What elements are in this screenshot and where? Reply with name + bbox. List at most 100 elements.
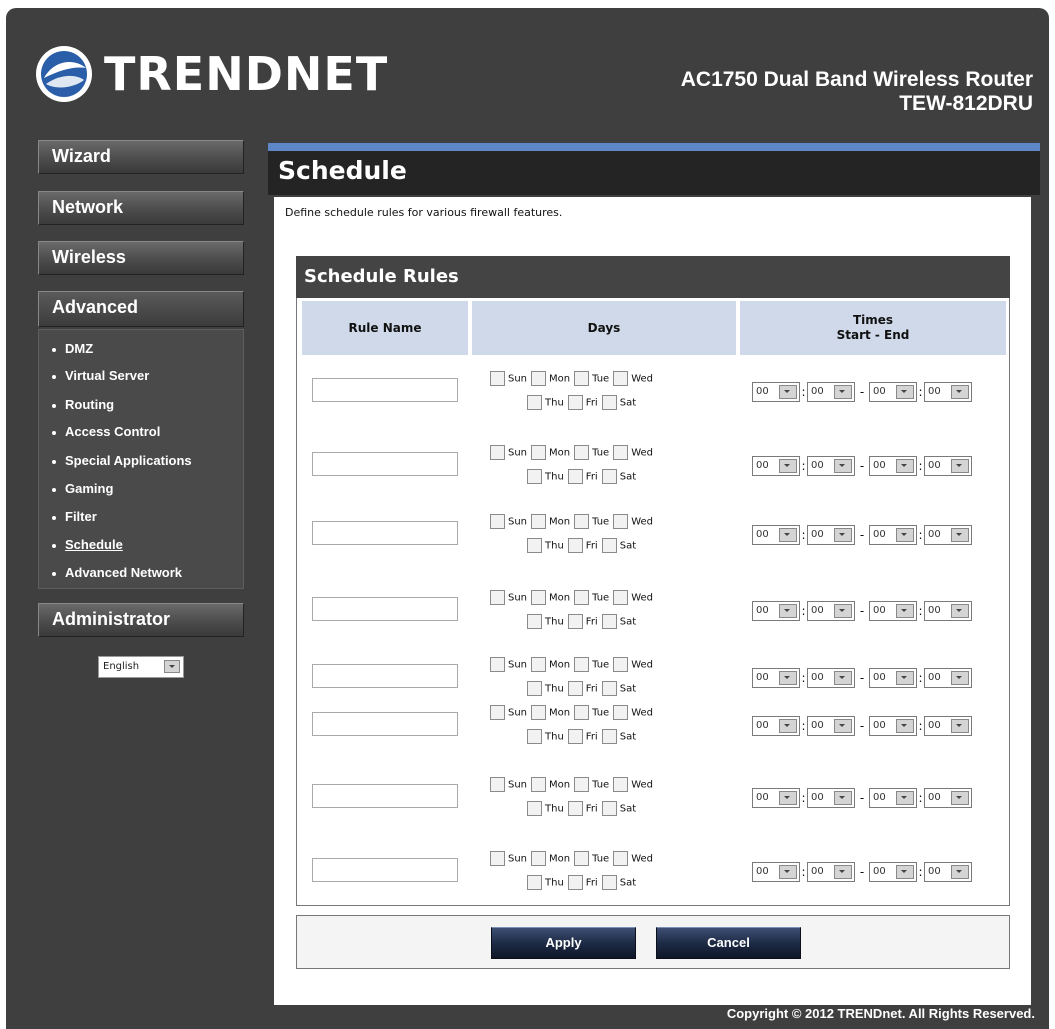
time-select[interactable]: 00 (869, 861, 917, 882)
day-checkbox[interactable]: Mon (531, 705, 570, 720)
checkbox-box[interactable] (527, 469, 542, 484)
checkbox-box[interactable] (601, 875, 617, 890)
checkbox-box[interactable] (531, 590, 547, 605)
checkbox-box[interactable] (531, 371, 547, 386)
rule-name-input[interactable] (312, 521, 458, 545)
day-checkbox[interactable]: Tue (574, 657, 609, 672)
time-select[interactable]: 00 (807, 524, 855, 545)
checkbox-box[interactable] (527, 681, 542, 696)
checkbox-box[interactable] (613, 514, 629, 529)
rule-name-input[interactable] (312, 452, 458, 476)
checkbox-box[interactable] (490, 590, 505, 605)
sidebar-item-routing[interactable]: Routing (52, 397, 114, 417)
day-checkbox[interactable]: Wed (613, 777, 653, 792)
checkbox-box[interactable] (531, 705, 547, 720)
language-select[interactable]: English (98, 656, 184, 678)
checkbox-box[interactable] (527, 801, 542, 816)
checkbox-box[interactable] (490, 657, 505, 672)
checkbox-box[interactable] (527, 875, 542, 890)
day-checkbox[interactable]: Fri (567, 801, 598, 816)
day-checkbox[interactable]: Sat (601, 538, 636, 553)
time-select[interactable]: 00 (924, 455, 972, 476)
time-select[interactable]: 00 (807, 787, 855, 808)
time-select[interactable]: 00 (869, 667, 917, 688)
day-checkbox[interactable]: Thu (527, 538, 564, 553)
day-checkbox[interactable]: Thu (527, 395, 564, 410)
day-checkbox[interactable]: Fri (567, 729, 598, 744)
checkbox-box[interactable] (601, 801, 617, 816)
sidebar-item-gaming[interactable]: Gaming (52, 481, 113, 501)
day-checkbox[interactable]: Wed (613, 657, 653, 672)
time-select[interactable]: 00 (924, 715, 972, 736)
time-select[interactable]: 00 (752, 600, 800, 621)
checkbox-box[interactable] (613, 371, 629, 386)
rule-name-input[interactable] (312, 597, 458, 621)
day-checkbox[interactable]: Fri (567, 875, 598, 890)
day-checkbox[interactable]: Sat (601, 801, 636, 816)
day-checkbox[interactable]: Mon (531, 371, 570, 386)
time-select[interactable]: 00 (924, 861, 972, 882)
checkbox-box[interactable] (601, 469, 617, 484)
time-select[interactable]: 00 (869, 524, 917, 545)
day-checkbox[interactable]: Mon (531, 445, 570, 460)
day-checkbox[interactable]: Sun (490, 514, 527, 529)
day-checkbox[interactable]: Wed (613, 445, 653, 460)
day-checkbox[interactable]: Fri (567, 681, 598, 696)
time-select[interactable]: 00 (924, 667, 972, 688)
day-checkbox[interactable]: Mon (531, 514, 570, 529)
day-checkbox[interactable]: Sat (601, 469, 636, 484)
checkbox-box[interactable] (527, 614, 542, 629)
rule-name-input[interactable] (312, 378, 458, 402)
rule-name-input[interactable] (312, 858, 458, 882)
time-select[interactable]: 00 (807, 715, 855, 736)
checkbox-box[interactable] (490, 371, 505, 386)
time-select[interactable]: 00 (752, 861, 800, 882)
checkbox-box[interactable] (490, 445, 505, 460)
day-checkbox[interactable]: Mon (531, 590, 570, 605)
checkbox-box[interactable] (601, 614, 617, 629)
sidebar-item-filter[interactable]: Filter (52, 509, 97, 529)
checkbox-box[interactable] (490, 777, 505, 792)
day-checkbox[interactable]: Sun (490, 705, 527, 720)
time-select[interactable]: 00 (807, 667, 855, 688)
day-checkbox[interactable]: Sun (490, 445, 527, 460)
time-select[interactable]: 00 (807, 381, 855, 402)
checkbox-box[interactable] (613, 705, 629, 720)
checkbox-box[interactable] (527, 395, 542, 410)
day-checkbox[interactable]: Sat (601, 681, 636, 696)
checkbox-box[interactable] (531, 445, 547, 460)
time-select[interactable]: 00 (752, 715, 800, 736)
time-select[interactable]: 00 (924, 600, 972, 621)
checkbox-box[interactable] (567, 614, 583, 629)
day-checkbox[interactable]: Tue (574, 514, 609, 529)
checkbox-box[interactable] (567, 395, 583, 410)
sidebar-item-access-control[interactable]: Access Control (52, 424, 160, 444)
sidebar-item-dmz[interactable]: DMZ (52, 341, 93, 361)
day-checkbox[interactable]: Fri (567, 395, 598, 410)
checkbox-box[interactable] (567, 875, 583, 890)
checkbox-box[interactable] (490, 705, 505, 720)
day-checkbox[interactable]: Thu (527, 614, 564, 629)
sidebar-item-virtual-server[interactable]: Virtual Server (52, 368, 149, 388)
checkbox-box[interactable] (567, 681, 583, 696)
day-checkbox[interactable]: Wed (613, 851, 653, 866)
day-checkbox[interactable]: Tue (574, 777, 609, 792)
checkbox-box[interactable] (601, 538, 617, 553)
day-checkbox[interactable]: Sat (601, 729, 636, 744)
checkbox-box[interactable] (574, 777, 590, 792)
sidebar-item-schedule[interactable]: Schedule (52, 537, 123, 557)
day-checkbox[interactable]: Sat (601, 875, 636, 890)
checkbox-box[interactable] (574, 705, 590, 720)
checkbox-box[interactable] (490, 851, 505, 866)
day-checkbox[interactable]: Fri (567, 614, 598, 629)
checkbox-box[interactable] (527, 538, 542, 553)
day-checkbox[interactable]: Wed (613, 514, 653, 529)
rule-name-input[interactable] (312, 664, 458, 688)
time-select[interactable]: 00 (752, 455, 800, 476)
nav-wireless-button[interactable]: Wireless (38, 241, 244, 275)
checkbox-box[interactable] (574, 445, 590, 460)
day-checkbox[interactable]: Tue (574, 851, 609, 866)
cancel-button[interactable]: Cancel (656, 927, 801, 959)
checkbox-box[interactable] (613, 445, 629, 460)
day-checkbox[interactable]: Sun (490, 851, 527, 866)
